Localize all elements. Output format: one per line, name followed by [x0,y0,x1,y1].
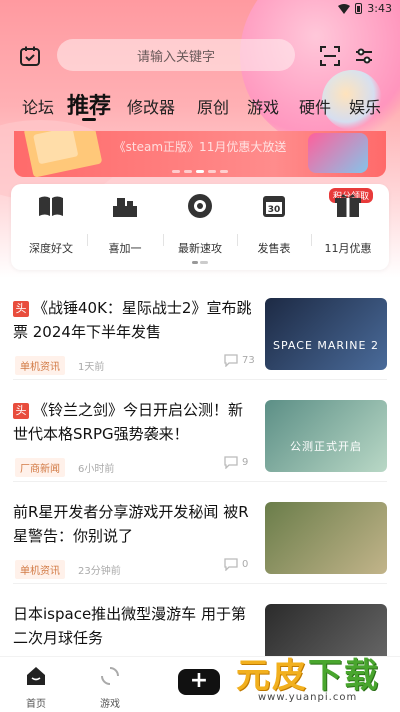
tab-games[interactable]: 游戏 [247,94,279,118]
quick-link-release-calendar[interactable]: 30 发售表 [239,192,309,256]
divider [311,234,312,246]
settings-sliders-icon[interactable] [354,46,374,66]
quick-links-pagination [192,261,208,264]
promo-banner[interactable]: 《steam正版》11月优惠大放送 [14,131,386,177]
create-post-button[interactable]: + [178,669,220,695]
calendar-30-icon: 30 [263,196,285,217]
comment-icon [224,456,238,469]
comment-icon [224,354,238,367]
headline-badge: 头 [13,403,29,419]
category-tag: 单机资讯 [15,356,65,375]
post-time: 1天前 [78,362,105,373]
site-watermark: 元皮下载 www.yuanpi.com [236,648,396,710]
tab-trainers[interactable]: 修改器 [127,94,175,118]
nav-home[interactable]: 首页 [6,665,66,710]
nav-label: 游戏 [100,699,120,710]
news-feed: 头《战锤40K：星际战士2》宣布跳票 2024年下半年发售 单机资讯 1天前 7… [0,278,400,656]
tab-forum[interactable]: 论坛 [22,94,54,118]
divider [87,234,88,246]
tab-recommended[interactable]: 推荐 [67,88,111,120]
news-thumbnail [265,502,387,574]
thumbnail-caption: SPACE MARINE 2 [273,339,379,352]
quick-links-panel: 积分领取 深度好文 喜加一 最新速攻 30 发售表 [11,184,389,270]
category-tag: 单机资讯 [15,560,65,579]
comment-count: 0 [224,558,248,571]
quick-link-free-games[interactable]: 喜加一 [90,192,160,256]
sign-in-calendar-icon[interactable] [19,45,41,67]
news-title: 日本ispace推出微型漫游车 用于第二次月球任务 [13,605,246,647]
news-card[interactable]: 日本ispace推出微型漫游车 用于第二次月球任务 [0,584,400,656]
divider [237,234,238,246]
book-icon [39,196,63,216]
tab-entertainment[interactable]: 娱乐 [349,94,381,118]
news-card[interactable]: 头《战锤40K：星际战士2》宣布跳票 2024年下半年发售 单机资讯 1天前 7… [0,278,400,380]
nav-label: 首页 [26,699,46,710]
search-input[interactable]: 请输入关键字 [57,39,295,71]
game-loop-icon [101,667,119,685]
gift-box-icon [335,194,361,217]
category-tabs: 论坛 推荐 修改器 原创 游戏 硬件 娱乐 [0,88,400,124]
post-time: 23分钟前 [78,566,121,577]
news-card[interactable]: 头《铃兰之剑》今日开启公测！新世代本格SRPG强势袭来！ 厂商新闻 6小时前 9… [0,380,400,482]
tab-hardware[interactable]: 硬件 [299,94,331,118]
quick-link-label: 11月优惠 [324,242,372,255]
comment-count: 9 [224,456,248,469]
disc-icon [188,194,212,218]
banner-title: 《steam正版》11月优惠大放送 [113,140,287,154]
scan-icon[interactable] [320,46,340,66]
news-title: 头《战锤40K：星际战士2》宣布跳票 2024年下半年发售 [13,299,252,341]
thumbnail-caption: 公测正式开启 [290,440,362,453]
battery-icon [355,3,363,14]
svg-text:30: 30 [268,205,281,215]
news-card[interactable]: 前R星开发者分享游戏开发秘闻 被R星警告：你别说了 单机资讯 23分钟前 0 [0,482,400,584]
divider [163,234,164,246]
quick-link-label: 喜加一 [108,242,142,255]
news-title: 头《铃兰之剑》今日开启公测！新世代本格SRPG强势袭来！ [13,401,244,443]
category-tag: 厂商新闻 [15,458,65,477]
quick-link-label: 最新速攻 [178,242,222,255]
wifi-icon [338,3,351,14]
quick-link-november-deals[interactable]: 11月优惠 [313,192,383,256]
search-placeholder: 请输入关键字 [136,49,215,65]
quick-link-label: 深度好文 [29,242,73,255]
status-bar: 3:43 [0,0,400,18]
news-thumbnail: SPACE MARINE 2 [265,298,387,370]
quick-link-in-depth[interactable]: 深度好文 [16,192,86,256]
post-time: 6小时前 [78,464,115,475]
active-tab-indicator [82,118,96,121]
top-bar: 请输入关键字 [0,38,400,130]
news-title: 前R星开发者分享游戏开发秘闻 被R星警告：你别说了 [13,503,249,545]
quick-link-label: 发售表 [257,242,291,255]
comment-count: 73 [224,354,255,367]
watermark-url: www.yuanpi.com [258,692,358,703]
headline-badge: 头 [13,301,29,317]
nav-games[interactable]: 游戏 [80,665,140,710]
home-icon [27,667,45,685]
news-thumbnail: 公测正式开启 [265,400,387,472]
blocks-icon [113,198,137,217]
tab-original[interactable]: 原创 [197,94,229,118]
watermark-text: 下载 [308,656,380,696]
banner-pagination [14,170,386,173]
comment-icon [224,558,238,571]
quick-link-guides[interactable]: 最新速攻 [165,192,235,256]
status-time: 3:43 [367,2,392,15]
decor-bubble [240,0,400,150]
watermark-text: 元皮 [236,656,308,696]
